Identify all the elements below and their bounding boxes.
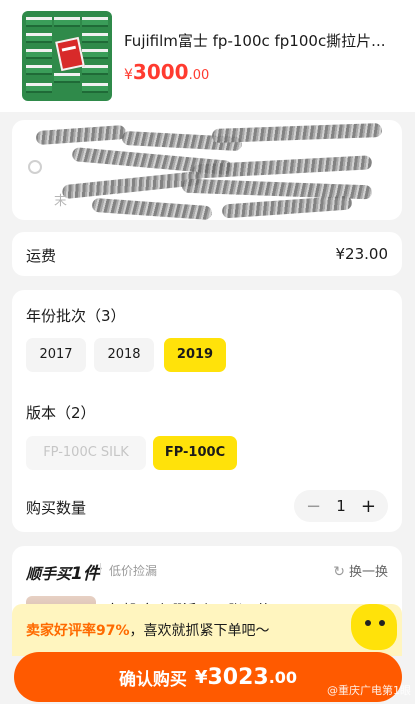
- shipping-fee-row: 运费 ¥23.00: [12, 232, 402, 276]
- year-option-2017[interactable]: 2017: [26, 338, 86, 372]
- options-card: 年份批次（3） 2017 2018 2019 版本（2） FP-100C SIL…: [12, 290, 402, 532]
- version-option-silk[interactable]: FP-100C SILK: [26, 436, 146, 470]
- seller-rating-banner: 卖家好评率97%，喜欢就抓紧下单吧～: [12, 604, 402, 656]
- refresh-icon: ↻: [333, 564, 345, 580]
- quantity-value: 1: [336, 497, 346, 515]
- refresh-button[interactable]: ↻ 换一换: [333, 561, 388, 580]
- mascot-icon: [351, 604, 397, 650]
- add-on-title: 顺手买1件: [26, 564, 100, 584]
- location-icon: [28, 160, 42, 174]
- version-option-fp100c[interactable]: FP-100C: [153, 436, 237, 470]
- quantity-stepper: − 1 +: [294, 490, 388, 522]
- address-partial-text: 末: [54, 194, 68, 209]
- year-option-2018[interactable]: 2018: [94, 338, 154, 372]
- product-price: ¥3000.00: [124, 60, 210, 84]
- quantity-increase-button[interactable]: +: [361, 496, 376, 517]
- shipping-fee-label: 运费: [26, 247, 57, 265]
- product-title: Fujifilm富士 fp-100c fp100c撕拉片...: [124, 32, 386, 50]
- seller-rating-message: 卖家好评率97%，喜欢就抓紧下单吧～: [26, 623, 270, 639]
- add-on-subtitle: 低价捡漏: [109, 564, 158, 578]
- product-thumbnail[interactable]: [22, 11, 112, 101]
- divider: [100, 563, 101, 575]
- year-batch-title: 年份批次（3）: [26, 307, 126, 325]
- quantity-decrease-button[interactable]: −: [306, 496, 321, 517]
- shipping-fee-value: ¥23.00: [335, 245, 389, 263]
- product-summary: Fujifilm富士 fp-100c fp100c撕拉片... ¥3000.00: [0, 0, 415, 112]
- year-option-2019[interactable]: 2019: [164, 338, 226, 372]
- shipping-address-card[interactable]: 末: [12, 120, 402, 220]
- version-title: 版本（2）: [26, 404, 96, 422]
- watermark: @重庆广电第1眼: [327, 684, 411, 697]
- quantity-label: 购买数量: [26, 499, 87, 517]
